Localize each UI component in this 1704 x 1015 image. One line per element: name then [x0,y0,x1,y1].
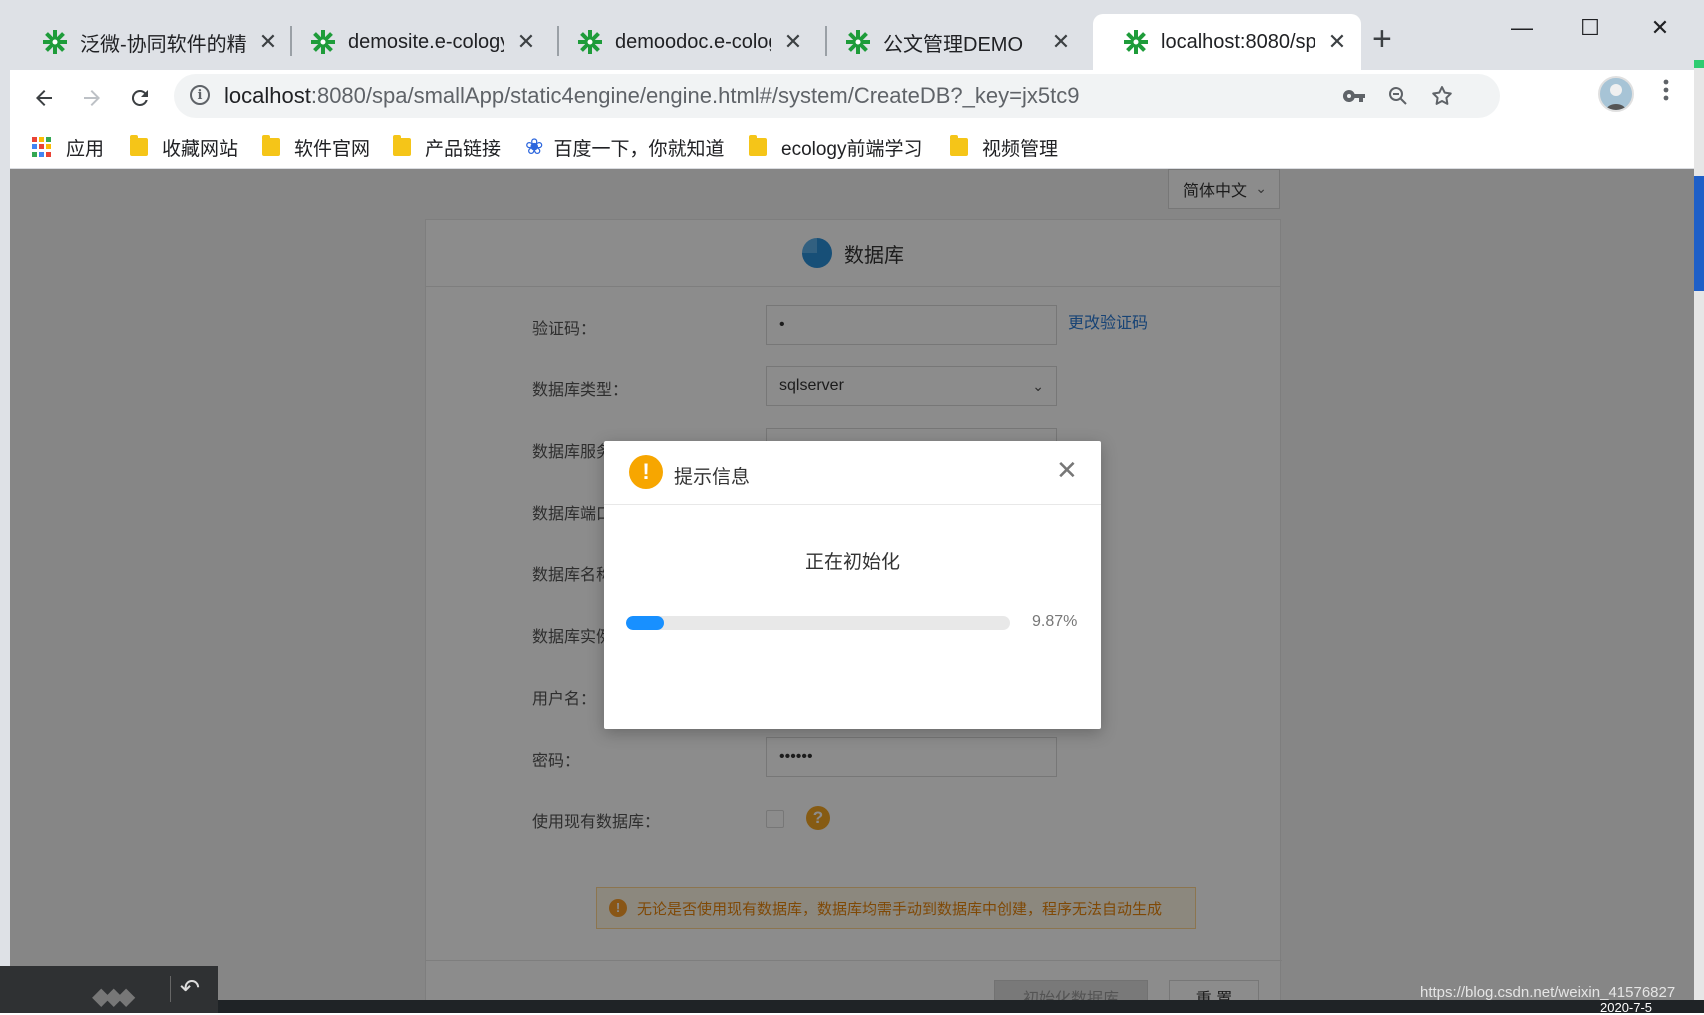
bookmark-apps[interactable]: 应用 [32,132,104,162]
gear-favicon-icon [43,30,67,54]
floating-toolbar: ◆◆◆ ↶ [0,966,218,1013]
dialog-message: 正在初始化 [804,552,900,573]
page-viewport: 简体中文 ⌄ 数据库 验证码： • 更改验证码 数据库类型： sqlserver… [10,169,1694,1013]
new-tab-button[interactable]: + [1372,22,1392,56]
folder-icon [393,135,411,156]
dialog-header: ! 提示信息 ✕ [604,441,1101,505]
desktop-edge [0,60,10,1013]
bookmarks-bar: 应用 收藏网站 软件官网 产品链接 ❀ 百度一下，你就知道 ecology前端学… [10,126,1694,169]
tab-title: demosite.e-cology.c [348,30,504,53]
tab-close-icon[interactable]: ✕ [256,29,280,55]
progress-bar [626,616,1010,630]
tab-title: 公文管理DEMO [883,33,1023,56]
bookmark-product-links[interactable]: 产品链接 [393,132,501,162]
folder-icon [950,135,968,156]
tab-demoodoc[interactable]: demoodoc.e-cology ✕ [547,14,817,70]
bookmark-label: 收藏网站 [162,138,239,160]
tab-close-icon[interactable]: ✕ [1325,29,1349,55]
bookmark-label: 软件官网 [294,138,371,160]
info-icon[interactable]: i [190,85,210,105]
browser-toolbar: i localhost:8080/spa/smallApp/static4eng… [10,70,1694,126]
logo-icon: ◆◆◆ [92,983,135,1010]
tab-fanwei[interactable]: 泛微-协同软件的精英 ✕ [12,14,292,70]
bookmark-label: 百度一下，你就知道 [553,138,725,160]
folder-icon [130,135,148,156]
address-bar[interactable]: i localhost:8080/spa/smallApp/static4eng… [174,74,1500,118]
maximize-button[interactable]: ☐ [1558,8,1622,48]
reload-icon[interactable] [120,78,160,118]
close-window-button[interactable]: ✕ [1628,8,1692,48]
bookmark-favorites[interactable]: 收藏网站 [130,132,238,162]
bookmark-ecology-frontend[interactable]: ecology前端学习 [749,132,923,162]
tab-title: 泛微-协同软件的精英 [80,33,246,56]
key-icon[interactable] [1338,80,1370,112]
tab-close-icon[interactable]: ✕ [781,29,805,55]
gear-favicon-icon [578,30,602,54]
tab-title: localhost:8080/spa/ [1161,30,1315,53]
url-host: localhost [224,83,311,108]
bookmark-software-site[interactable]: 软件官网 [262,132,370,162]
bookmark-video-management[interactable]: 视频管理 [950,132,1058,162]
desktop-edge-accent [1694,176,1704,291]
close-icon[interactable]: ✕ [1056,457,1078,483]
progress-percent: 9.87% [1032,613,1078,630]
bookmark-baidu[interactable]: ❀ 百度一下，你就知道 [525,132,724,162]
bookmark-label: 应用 [66,138,105,160]
zoom-icon[interactable] [1382,80,1414,112]
desktop-edge-accent [1694,60,1704,68]
divider [170,976,171,1002]
back-icon[interactable] [24,78,64,118]
tab-localhost[interactable]: localhost:8080/spa/ ✕ [1093,14,1361,70]
url-path: :8080/spa/smallApp/static4engine/engine.… [310,83,1080,108]
folder-icon [749,135,767,156]
taskbar [218,1000,1704,1013]
info-dialog: ! 提示信息 ✕ 正在初始化 9.87% [604,441,1101,729]
browser-window: 泛微-协同软件的精英 ✕ demosite.e-cology.c ✕ demoo… [0,0,1704,1015]
tab-demosite[interactable]: demosite.e-cology.c ✕ [280,14,550,70]
apps-icon [32,137,52,157]
warning-icon: ! [629,455,663,489]
url-text[interactable]: localhost:8080/spa/smallApp/static4engin… [224,83,1079,109]
progress-fill [626,616,664,630]
star-icon[interactable] [1426,80,1458,112]
tab-close-icon[interactable]: ✕ [1049,29,1073,55]
bookmark-label: 产品链接 [425,138,502,160]
tab-title: demoodoc.e-cology [615,30,771,53]
gear-favicon-icon [846,30,870,54]
watermark: https://blog.csdn.net/weixin_41576827 [1420,984,1676,1001]
undo-icon[interactable]: ↶ [180,974,200,1003]
tab-close-icon[interactable]: ✕ [514,29,538,55]
forward-icon[interactable] [72,78,112,118]
tab-strip: 泛微-协同软件的精英 ✕ demosite.e-cology.c ✕ demoo… [0,0,1704,70]
minimize-button[interactable]: — [1490,8,1554,48]
menu-icon[interactable] [1654,78,1678,102]
bookmark-label: 视频管理 [982,138,1059,160]
gear-favicon-icon [311,30,335,54]
profile-avatar[interactable] [1598,76,1634,112]
bookmark-label: ecology前端学习 [781,138,923,160]
dialog-title: 提示信息 [674,467,751,488]
tab-document-demo[interactable]: 公文管理DEMO ✕ [815,14,1085,70]
gear-favicon-icon [1124,30,1148,54]
baidu-icon: ❀ [525,134,544,159]
folder-icon [262,135,280,156]
